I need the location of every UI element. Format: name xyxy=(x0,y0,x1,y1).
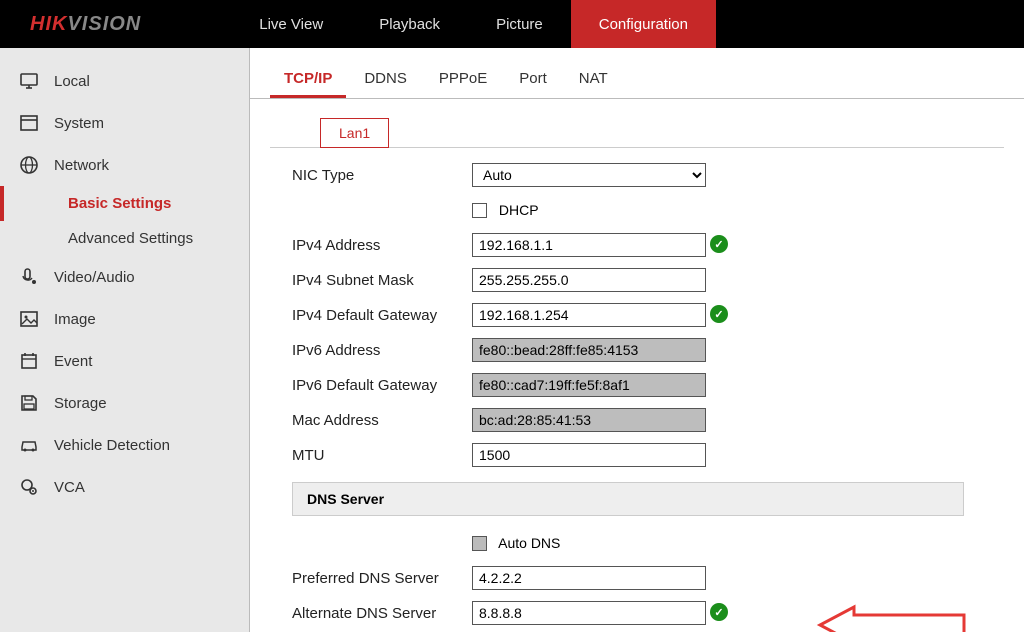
sidebar-item-image[interactable]: Image xyxy=(0,298,249,340)
sidebar-item-vehicle[interactable]: Vehicle Detection xyxy=(0,424,249,466)
lan1-tab[interactable]: Lan1 xyxy=(320,118,389,148)
lan-tabs: Lan1 xyxy=(270,99,1004,148)
sidebar-item-event[interactable]: Event xyxy=(0,340,249,382)
tab-port[interactable]: Port xyxy=(505,62,561,98)
check-icon xyxy=(710,305,728,323)
preferred-dns-input[interactable] xyxy=(472,566,706,590)
monitor-icon xyxy=(18,70,40,92)
nav-picture[interactable]: Picture xyxy=(468,0,571,48)
sidebar-label: Video/Audio xyxy=(54,269,135,286)
sidebar-sub-advanced-settings[interactable]: Advanced Settings xyxy=(0,221,249,256)
check-icon xyxy=(710,235,728,253)
label-mtu: MTU xyxy=(292,447,472,464)
sidebar-item-vca[interactable]: VCA xyxy=(0,466,249,508)
vca-icon xyxy=(18,476,40,498)
auto-dns-checkbox[interactable] xyxy=(472,536,487,551)
alternate-dns-input[interactable] xyxy=(472,601,706,625)
ipv4-mask-input[interactable] xyxy=(472,268,706,292)
subtab-bar: TCP/IP DDNS PPPoE Port NAT xyxy=(250,48,1024,99)
mac-input[interactable] xyxy=(472,408,706,432)
mic-icon xyxy=(18,266,40,288)
label-ipv6-address: IPv6 Address xyxy=(292,342,472,359)
image-icon xyxy=(18,308,40,330)
sidebar-label: Local xyxy=(54,73,90,90)
label-auto-dns: Auto DNS xyxy=(498,535,560,551)
sidebar-item-local[interactable]: Local xyxy=(0,60,249,102)
ipv4-gateway-input[interactable] xyxy=(472,303,706,327)
nic-type-select[interactable]: Auto xyxy=(472,163,706,187)
dns-form: Auto DNS Preferred DNS Server Alternate … xyxy=(250,530,1024,626)
tab-tcpip[interactable]: TCP/IP xyxy=(270,62,346,98)
nav-playback[interactable]: Playback xyxy=(351,0,468,48)
car-icon xyxy=(18,434,40,456)
label-ipv6-gateway: IPv6 Default Gateway xyxy=(292,377,472,394)
sidebar-label: Storage xyxy=(54,395,107,412)
label-mac: Mac Address xyxy=(292,412,472,429)
sidebar: Local System Network Basic Settings Adva… xyxy=(0,48,250,632)
label-ipv4-address: IPv4 Address xyxy=(292,237,472,254)
topbar: HIKVISION Live View Playback Picture Con… xyxy=(0,0,1024,48)
label-ipv4-mask: IPv4 Subnet Mask xyxy=(292,272,472,289)
save-icon xyxy=(18,392,40,414)
label-preferred-dns: Preferred DNS Server xyxy=(292,570,472,587)
sidebar-label: Event xyxy=(54,353,92,370)
globe-icon xyxy=(18,154,40,176)
nav-live-view[interactable]: Live View xyxy=(231,0,351,48)
label-alternate-dns: Alternate DNS Server xyxy=(292,605,472,622)
brand-gray: VISION xyxy=(67,13,141,35)
tcpip-form: NIC Type Auto DHCP IPv4 Address xyxy=(250,148,1024,468)
sidebar-item-video-audio[interactable]: Video/Audio xyxy=(0,256,249,298)
check-icon xyxy=(710,603,728,621)
ipv4-address-input[interactable] xyxy=(472,233,706,257)
ipv6-address-input[interactable] xyxy=(472,338,706,362)
brand-logo: HIKVISION xyxy=(0,13,171,36)
window-icon xyxy=(18,112,40,134)
dhcp-checkbox[interactable] xyxy=(472,203,487,218)
ipv6-gateway-input[interactable] xyxy=(472,373,706,397)
tab-nat[interactable]: NAT xyxy=(565,62,622,98)
sidebar-sub-basic-settings[interactable]: Basic Settings xyxy=(0,186,249,221)
top-nav: Live View Playback Picture Configuration xyxy=(231,0,716,48)
nav-configuration[interactable]: Configuration xyxy=(571,0,716,48)
brand-red: HIK xyxy=(30,13,67,35)
label-nic-type: NIC Type xyxy=(292,167,472,184)
calendar-icon xyxy=(18,350,40,372)
sidebar-label: Image xyxy=(54,311,96,328)
sidebar-item-system[interactable]: System xyxy=(0,102,249,144)
sidebar-label: VCA xyxy=(54,479,85,496)
tab-pppoe[interactable]: PPPoE xyxy=(425,62,501,98)
mtu-input[interactable] xyxy=(472,443,706,467)
dns-section-header: DNS Server xyxy=(292,482,964,516)
sidebar-item-storage[interactable]: Storage xyxy=(0,382,249,424)
sidebar-item-network[interactable]: Network xyxy=(0,144,249,186)
tab-ddns[interactable]: DDNS xyxy=(350,62,421,98)
content-area: TCP/IP DDNS PPPoE Port NAT Lan1 NIC Type… xyxy=(250,48,1024,632)
label-dhcp: DHCP xyxy=(499,202,539,218)
sidebar-label: Network xyxy=(54,157,109,174)
sidebar-label: System xyxy=(54,115,104,132)
label-ipv4-gateway: IPv4 Default Gateway xyxy=(292,307,472,324)
sidebar-label: Vehicle Detection xyxy=(54,437,170,454)
